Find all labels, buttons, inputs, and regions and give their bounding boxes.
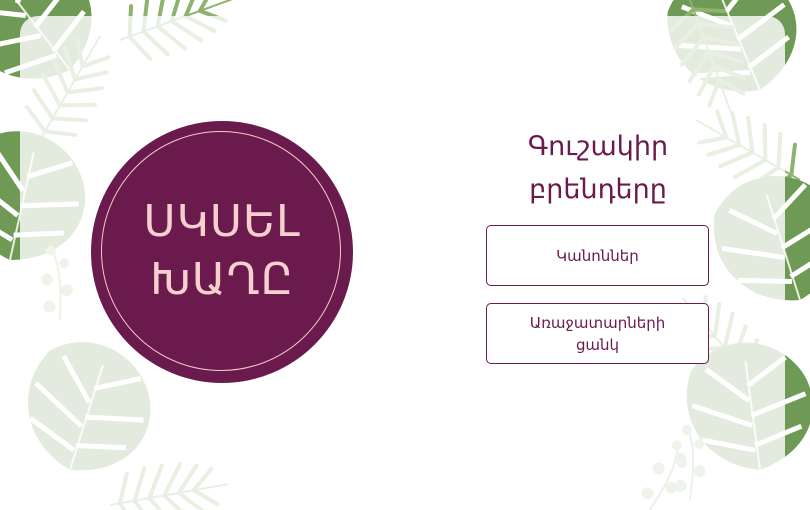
leaderboard-label-line2: ցանկ <box>575 335 620 354</box>
rules-button-label: Կանոններ <box>556 246 639 265</box>
leaderboard-button[interactable]: Առաջատարների ցանկ <box>486 303 709 364</box>
start-game-label: ՍԿՍԵԼ ԽԱՂԸ <box>91 193 353 309</box>
game-title: Գուշակիր բրենդերը <box>470 125 726 211</box>
title-line2: բրենդերը <box>529 174 667 205</box>
game-scene: ՍԿՍԵԼ ԽԱՂԸ Գուշակիր բրենդերը Կանոններ Առ… <box>0 0 810 510</box>
start-label-line1: ՍԿՍԵԼ <box>143 196 301 247</box>
title-line1: Գուշակիր <box>527 131 669 162</box>
start-label-line2: ԽԱՂԸ <box>150 254 294 305</box>
leaderboard-button-label: Առաջատարների ցանկ <box>530 312 666 356</box>
leaderboard-label-line1: Առաջատարների <box>529 313 666 332</box>
rules-button[interactable]: Կանոններ <box>486 225 709 286</box>
